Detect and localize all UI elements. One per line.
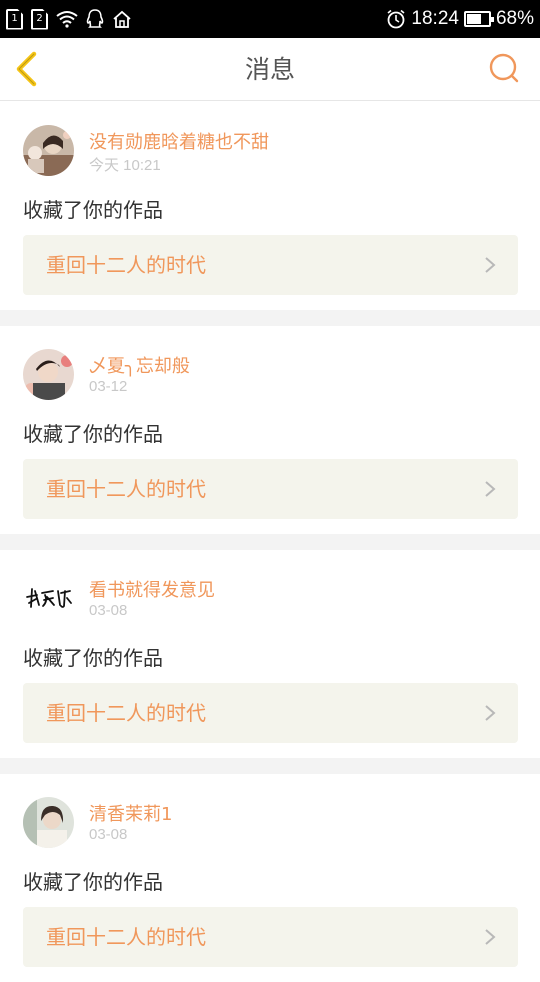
timestamp: 03-08 <box>89 826 128 843</box>
search-icon <box>489 53 519 83</box>
alarm-icon <box>387 9 405 29</box>
status-time: 18:24 <box>411 8 459 29</box>
qq-icon <box>86 9 104 28</box>
action-text: 收藏了你的作品 <box>23 422 163 446</box>
avatar[interactable] <box>23 573 74 624</box>
message-card: 没有勋鹿晗着糖也不甜 今天 10:21 收藏了你的作品 重回十二人的时代 <box>0 102 540 310</box>
timestamp: 今天 10:21 <box>89 157 161 174</box>
status-bar: 1 2 18:24 68% <box>0 0 540 38</box>
avatar-photo-icon <box>23 125 74 176</box>
timestamp: 03-08 <box>89 602 128 619</box>
chevron-right-icon <box>485 481 496 497</box>
username[interactable]: 看书就得发意见 <box>89 576 215 602</box>
work-title: 重回十二人的时代 <box>46 925 206 949</box>
message-card: 乄夏╮忘却般 03-12 收藏了你的作品 重回十二人的时代 <box>0 326 540 534</box>
status-bar-left: 1 2 <box>6 0 132 38</box>
message-card: 看书就得发意见 03-08 收藏了你的作品 重回十二人的时代 <box>0 550 540 758</box>
avatar[interactable] <box>23 349 74 400</box>
wifi-icon <box>56 11 78 28</box>
avatar[interactable] <box>23 125 74 176</box>
chevron-right-icon <box>485 929 496 945</box>
timestamp: 03-12 <box>89 378 128 395</box>
sim1-icon: 1 <box>6 8 23 30</box>
avatar-photo-icon <box>23 797 74 848</box>
battery-percent: 68% <box>495 8 534 29</box>
home-icon <box>113 10 131 28</box>
work-link[interactable]: 重回十二人的时代 <box>23 235 518 295</box>
work-title: 重回十二人的时代 <box>46 477 206 501</box>
username[interactable]: 乄夏╮忘却般 <box>89 352 190 378</box>
separator <box>0 758 540 774</box>
search-button[interactable] <box>488 52 520 86</box>
message-card: 清香茉莉1 03-08 收藏了你的作品 重回十二人的时代 <box>0 774 540 982</box>
status-bar-right: 18:24 68% <box>386 0 534 38</box>
avatar-calligraphy-icon <box>23 573 74 624</box>
action-text: 收藏了你的作品 <box>23 646 163 670</box>
avatar-photo-icon <box>23 349 74 400</box>
avatar[interactable] <box>23 797 74 848</box>
nav-bar: 消息 <box>0 38 540 101</box>
work-link[interactable]: 重回十二人的时代 <box>23 907 518 967</box>
separator <box>0 534 540 550</box>
battery-level <box>466 14 482 24</box>
message-list: 没有勋鹿晗着糖也不甜 今天 10:21 收藏了你的作品 重回十二人的时代 乄夏╮… <box>0 102 540 982</box>
work-link[interactable]: 重回十二人的时代 <box>23 683 518 743</box>
action-text: 收藏了你的作品 <box>23 870 163 894</box>
sim2-icon: 2 <box>31 8 48 30</box>
action-text: 收藏了你的作品 <box>23 198 163 222</box>
page-title: 消息 <box>244 55 295 84</box>
chevron-right-icon <box>485 257 496 273</box>
username[interactable]: 清香茉莉1 <box>89 800 172 826</box>
battery-icon <box>463 11 494 27</box>
work-title: 重回十二人的时代 <box>46 701 206 725</box>
work-title: 重回十二人的时代 <box>46 253 206 277</box>
separator <box>0 310 540 326</box>
chevron-right-icon <box>485 705 496 721</box>
work-link[interactable]: 重回十二人的时代 <box>23 459 518 519</box>
username[interactable]: 没有勋鹿晗着糖也不甜 <box>89 128 269 154</box>
